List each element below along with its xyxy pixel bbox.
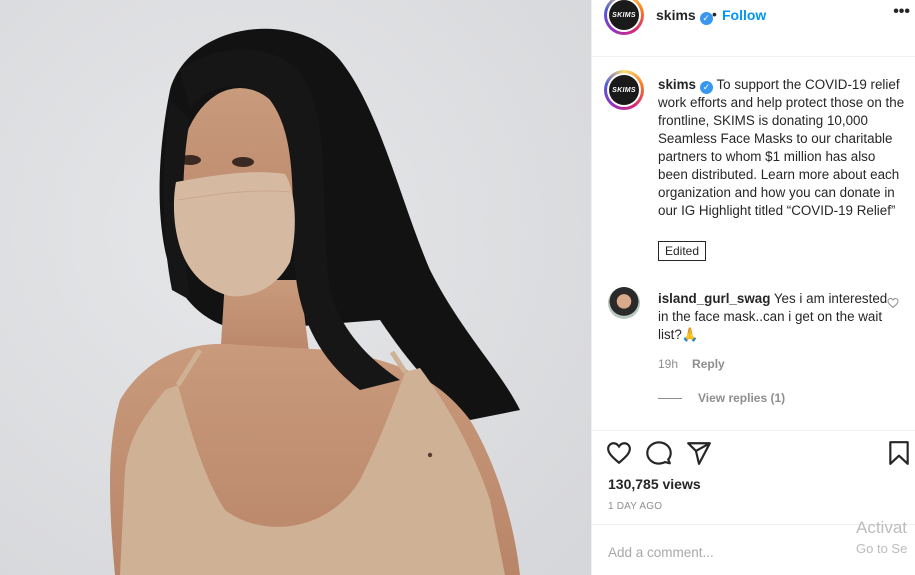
edited-badge: Edited xyxy=(658,241,707,261)
view-count[interactable]: 130,785 views xyxy=(608,476,701,492)
header-divider xyxy=(592,56,915,57)
comment: island_gurl_swag Yes i am interested in … xyxy=(658,290,888,344)
actions-divider xyxy=(592,430,915,431)
comment-time: 19h xyxy=(658,357,679,371)
post-date[interactable]: 1 DAY AGO xyxy=(608,501,662,512)
post-header: SKIMS skims ✓ • Follow ••• xyxy=(592,0,915,35)
author-username[interactable]: skims ✓ xyxy=(656,7,713,25)
commenter-avatar[interactable] xyxy=(608,287,640,319)
caption-avatar[interactable]: SKIMS xyxy=(604,70,644,110)
post-image[interactable] xyxy=(0,0,591,575)
share-icon[interactable] xyxy=(686,440,712,466)
comment-meta: 19h Reply xyxy=(658,357,725,371)
post-photo-illustration xyxy=(0,0,591,575)
comment-icon[interactable] xyxy=(646,440,672,466)
view-replies-label[interactable]: View replies (1) xyxy=(698,391,785,405)
reply-button[interactable]: Reply xyxy=(692,357,725,371)
avatar-logo: SKIMS xyxy=(609,0,639,30)
author-username-text[interactable]: skims xyxy=(656,7,696,23)
verified-icon: ✓ xyxy=(699,81,713,94)
comment-username[interactable]: island_gurl_swag xyxy=(658,291,770,306)
separator-dot: • xyxy=(712,6,717,22)
bookmark-icon[interactable] xyxy=(886,440,912,466)
comment-input[interactable]: Add a comment... xyxy=(608,545,714,560)
verified-icon: ✓ xyxy=(699,12,713,25)
caption-text: To support the COVID-19 relief work effo… xyxy=(658,77,905,218)
heart-icon[interactable] xyxy=(606,440,632,466)
caption-username[interactable]: skims xyxy=(658,77,696,92)
post-side-panel: SKIMS skims ✓ • Follow ••• SKIMS skims ✓ T… xyxy=(591,0,915,575)
windows-activation-watermark-sub: Go to Se xyxy=(856,541,908,556)
replies-line xyxy=(658,397,682,399)
avatar-logo: SKIMS xyxy=(609,75,639,105)
action-bar xyxy=(592,440,915,470)
author-avatar[interactable]: SKIMS xyxy=(604,0,644,35)
windows-activation-watermark: Activat xyxy=(856,518,908,537)
like-comment-heart-icon[interactable] xyxy=(887,297,899,309)
caption: skims ✓ To support the COVID-19 relief wo… xyxy=(658,76,908,220)
more-icon[interactable]: ••• xyxy=(893,3,910,21)
follow-button[interactable]: Follow xyxy=(722,7,766,23)
view-replies-button[interactable]: View replies (1) xyxy=(658,391,785,405)
